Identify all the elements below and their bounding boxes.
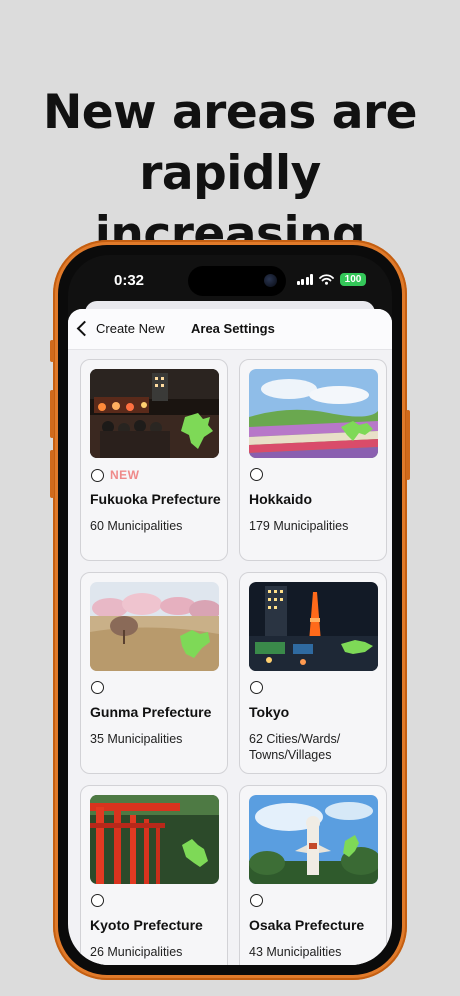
area-card-hokkaido[interactable]: Hokkaido 179 Municipalities	[239, 359, 387, 561]
area-photo-kyoto	[90, 795, 219, 884]
battery-icon: 100	[340, 273, 366, 286]
radio-button[interactable]	[91, 894, 104, 907]
cellular-signal-icon	[296, 274, 313, 285]
area-card-osaka[interactable]: Osaka Prefecture 43 Municipalities	[239, 785, 387, 965]
radio-button[interactable]	[250, 894, 263, 907]
chevron-left-icon	[76, 320, 93, 337]
back-button-label: Create New	[96, 321, 165, 336]
back-button[interactable]: Create New	[76, 320, 165, 337]
selection-row	[250, 894, 263, 907]
area-name: Hokkaido	[249, 491, 313, 507]
area-settings-sheet: Create New Area Settings NEW Fukuoka Pre…	[68, 309, 392, 965]
area-photo-hokkaido	[249, 369, 378, 458]
municipality-count: 43 Municipalities	[249, 945, 342, 959]
area-name: Osaka Prefecture	[249, 917, 365, 933]
page-title: Area Settings	[191, 321, 275, 336]
phone-volume-up-button	[50, 390, 54, 438]
area-name: Gunma Prefecture	[90, 704, 212, 720]
camera-icon	[264, 274, 277, 287]
selection-row	[91, 894, 104, 907]
selection-row: NEW	[91, 468, 140, 482]
selection-row	[250, 468, 263, 481]
area-name: Kyoto Prefecture	[90, 917, 203, 933]
area-card-kyoto[interactable]: Kyoto Prefecture 26 Municipalities	[80, 785, 228, 965]
radio-button[interactable]	[91, 681, 104, 694]
municipality-count: 35 Municipalities	[90, 732, 183, 746]
area-card-gunma[interactable]: Gunma Prefecture 35 Municipalities	[80, 572, 228, 774]
area-photo-tokyo	[249, 582, 378, 671]
headline-line-1: New areas are	[42, 85, 418, 140]
area-grid: NEW Fukuoka Prefecture 60 Municipalities	[80, 359, 387, 965]
promo-headline: New areas are rapidly increasing	[0, 82, 460, 265]
phone-volume-down-button	[50, 450, 54, 498]
selection-row	[250, 681, 263, 694]
area-photo-fukuoka	[90, 369, 219, 458]
selection-row	[91, 681, 104, 694]
radio-button[interactable]	[91, 468, 104, 482]
phone-frame: 0:32 100 Create New Area Settings NEW Fu…	[50, 240, 410, 980]
municipality-count: 179 Municipalities	[249, 519, 349, 533]
municipality-count: 60 Municipalities	[90, 519, 183, 533]
phone-bezel: 0:32 100 Create New Area Settings NEW Fu…	[58, 245, 402, 975]
area-photo-osaka	[249, 795, 378, 884]
area-card-fukuoka[interactable]: NEW Fukuoka Prefecture 60 Municipalities	[80, 359, 228, 561]
navigation-bar: Create New Area Settings	[68, 309, 392, 350]
area-card-tokyo[interactable]: Tokyo 62 Cities/Wards/ Towns/Villages	[239, 572, 387, 774]
phone-action-button	[50, 340, 54, 362]
municipality-count: 62 Cities/Wards/ Towns/Villages	[249, 732, 341, 762]
phone-screen: 0:32 100 Create New Area Settings NEW Fu…	[68, 255, 392, 965]
wifi-icon	[319, 274, 334, 285]
status-time: 0:32	[114, 272, 145, 289]
phone-power-button	[406, 410, 410, 480]
area-name: Tokyo	[249, 704, 290, 720]
municipality-count: 26 Municipalities	[90, 945, 183, 959]
area-photo-gunma	[90, 582, 219, 671]
status-icons: 100	[296, 273, 366, 286]
area-name: Fukuoka Prefecture	[90, 491, 221, 507]
new-badge: NEW	[110, 468, 140, 482]
radio-button[interactable]	[250, 681, 263, 694]
radio-button[interactable]	[250, 468, 263, 481]
